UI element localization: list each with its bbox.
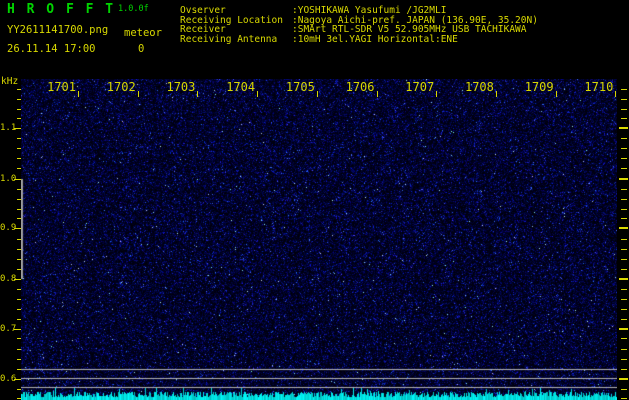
y-minor-tick-left — [17, 89, 21, 90]
x-tick-label: 1705 — [285, 80, 315, 94]
y-minor-tick-right — [621, 148, 627, 149]
y-tick-label: 0.7 — [0, 324, 17, 334]
meteor-count: 0 — [138, 43, 145, 55]
y-minor-tick-right — [621, 389, 627, 390]
y-minor-tick-left — [17, 369, 21, 370]
y-tick-label: 0.6 — [0, 374, 17, 384]
y-minor-tick-left — [17, 249, 21, 250]
y-minor-tick-left — [17, 138, 21, 139]
y-minor-tick-right — [621, 158, 627, 159]
datetime-label: 26.11.14 17:00 — [7, 43, 96, 55]
y-minor-tick-right — [621, 359, 627, 360]
y-minor-tick-left — [17, 118, 21, 119]
y-tick-label: 0.8 — [0, 274, 17, 284]
y-minor-tick-right — [621, 319, 627, 320]
y-minor-tick-right — [621, 398, 627, 399]
x-tick-label: 1708 — [464, 80, 494, 94]
y-major-tick-right — [619, 378, 628, 380]
y-minor-tick-right — [621, 209, 627, 210]
x-tick-label: 1709 — [524, 80, 554, 94]
y-minor-tick-left — [17, 199, 21, 200]
y-minor-tick-left — [17, 349, 21, 350]
y-minor-tick-right — [621, 199, 627, 200]
x-tick-mark — [436, 91, 437, 97]
y-minor-tick-right — [621, 249, 627, 250]
antenna-row: Receiving Antenna :10mH 3el.YAGI Horizont… — [180, 35, 538, 45]
y-minor-tick-left — [17, 168, 21, 169]
y-minor-tick-left — [17, 218, 21, 219]
y-major-tick-right — [619, 227, 628, 229]
app-version: 1.0.0f — [118, 4, 149, 14]
x-tick-mark — [556, 91, 557, 97]
antenna-label: Receiving Antenna — [180, 34, 278, 46]
hrofft-window: H R O F F T 1.0.0f YY2611141700.png mete… — [0, 0, 629, 400]
y-minor-tick-right — [621, 289, 627, 290]
y-tick-label: 1.0 — [0, 174, 17, 184]
x-tick-mark — [78, 91, 79, 97]
y-minor-tick-right — [621, 269, 627, 270]
y-minor-tick-left — [17, 319, 21, 320]
y-minor-tick-left — [17, 209, 21, 210]
app-title: H R O F F T — [7, 2, 116, 17]
x-tick-label: 1706 — [345, 80, 375, 94]
y-minor-tick-right — [621, 259, 627, 260]
x-tick-label: 1702 — [106, 80, 136, 94]
y-minor-tick-left — [17, 289, 21, 290]
x-tick-label: 1701 — [47, 80, 76, 94]
y-minor-tick-left — [17, 109, 21, 110]
y-minor-tick-right — [621, 239, 627, 240]
x-tick-mark — [257, 91, 258, 97]
y-minor-tick-left — [17, 269, 21, 270]
y-minor-tick-right — [621, 168, 627, 169]
y-major-tick-right — [619, 178, 628, 180]
y-minor-tick-right — [621, 338, 627, 339]
x-tick-mark — [138, 91, 139, 97]
x-tick-mark — [317, 91, 318, 97]
y-tick-label: 0.9 — [0, 223, 17, 233]
station-info: Ovserver:YOSHIKAWA Yasufumi /JG2MLI Rece… — [180, 6, 538, 45]
y-minor-tick-left — [17, 259, 21, 260]
x-tick-label: 1704 — [226, 80, 256, 94]
y-minor-tick-right — [621, 99, 627, 100]
mode-label: meteor — [124, 27, 162, 39]
y-minor-tick-right — [621, 369, 627, 370]
y-minor-tick-left — [17, 148, 21, 149]
y-minor-tick-left — [17, 338, 21, 339]
y-minor-tick-left — [17, 309, 21, 310]
y-minor-tick-right — [621, 218, 627, 219]
y-minor-tick-right — [621, 118, 627, 119]
y-tick-label: 1.1 — [0, 123, 17, 133]
y-minor-tick-left — [17, 359, 21, 360]
y-minor-tick-left — [17, 398, 21, 399]
y-axis-unit-label: kHz — [1, 76, 19, 87]
y-minor-tick-left — [17, 99, 21, 100]
y-minor-tick-right — [621, 138, 627, 139]
y-major-tick-right — [619, 278, 628, 280]
y-minor-tick-left — [17, 299, 21, 300]
spectrogram-canvas — [21, 79, 617, 400]
output-filename: YY2611141700.png — [7, 24, 109, 36]
y-minor-tick-right — [621, 109, 627, 110]
y-major-tick-right — [619, 328, 628, 330]
y-minor-tick-right — [621, 299, 627, 300]
antenna-value: :10mH 3el.YAGI Horizontal:ENE — [292, 34, 458, 46]
y-minor-tick-right — [621, 309, 627, 310]
y-major-tick-right — [619, 127, 628, 129]
x-tick-mark — [377, 91, 378, 97]
x-tick-label: 1703 — [166, 80, 196, 94]
y-minor-tick-right — [621, 89, 627, 90]
y-minor-tick-right — [621, 189, 627, 190]
y-minor-tick-left — [17, 389, 21, 390]
x-tick-mark — [615, 91, 616, 97]
x-tick-label: 1707 — [405, 80, 435, 94]
y-minor-tick-left — [17, 189, 21, 190]
x-tick-label: 1710 — [584, 80, 614, 94]
x-tick-mark — [197, 91, 198, 97]
y-minor-tick-right — [621, 349, 627, 350]
y-minor-tick-left — [17, 158, 21, 159]
y-minor-tick-left — [17, 239, 21, 240]
x-tick-mark — [496, 91, 497, 97]
